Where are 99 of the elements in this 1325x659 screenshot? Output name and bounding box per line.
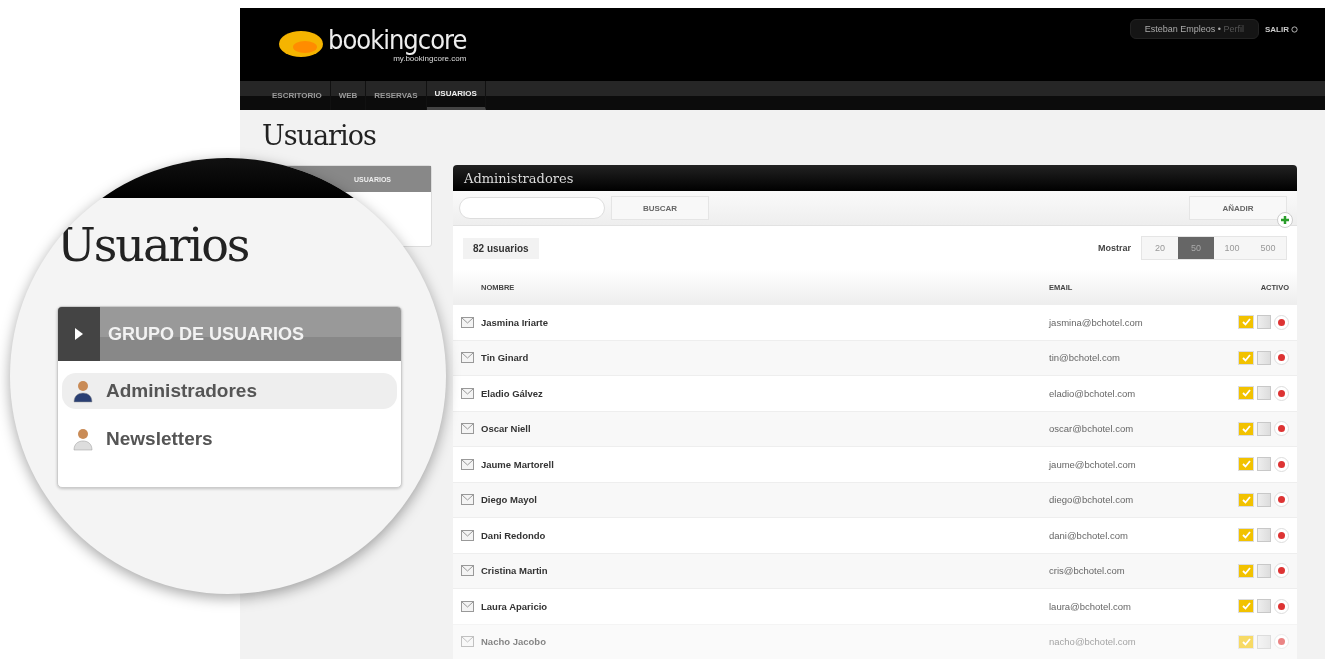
active-checkbox[interactable] [1238,563,1254,578]
name-cell-text: Nacho Jacobo [481,636,547,648]
email-cell-text: dani@bchotel.com [1049,529,1129,541]
active-checkbox[interactable] [1238,528,1254,543]
logo-text: bookingcore [328,25,467,53]
panel-title: Administradores [453,165,1297,191]
delete-icon[interactable] [1274,634,1289,650]
delete-icon[interactable] [1274,350,1289,366]
envelope-icon [461,600,474,612]
envelope-icon [461,387,474,399]
name-cell-text: Cristina Martin [481,565,549,577]
checkmark-icon [1241,460,1251,469]
checkmark-icon [1241,353,1251,362]
name-cell-text: Eladio Gálvez [481,387,544,399]
toggle-switch[interactable] [1257,315,1271,330]
show-label: Mostrar [1098,243,1131,253]
play-arrow-icon [75,328,83,340]
envelope-icon [461,636,474,648]
delete-icon[interactable] [1274,385,1289,401]
checkmark-icon [1241,637,1251,646]
checkmark-icon [1241,495,1251,504]
name-cell-text: Jaume Martorell [481,458,555,470]
email-cell-text: laura@bchotel.com [1049,600,1132,612]
toggle-switch[interactable] [1257,563,1271,578]
name-cell-text: Dani Redondo [481,529,547,541]
user-info: Esteban Empleos • Perfil [1129,19,1259,40]
email-cell-text: eladio@bchotel.com [1049,387,1137,399]
nav-tab[interactable]: WEB [330,80,367,110]
nav-tab[interactable]: RESERVAS [366,80,427,110]
toggle-switch[interactable] [1257,492,1271,507]
active-checkbox[interactable] [1238,634,1254,649]
group-header: GRUPO DE USUARIOS [107,323,305,345]
active-checkbox[interactable] [1238,492,1254,507]
email-cell-text: jaume@bchotel.com [1049,458,1137,470]
user-row[interactable]: Oscar Niell oscar@bchotel.com [453,410,1297,446]
toggle-switch[interactable] [1257,386,1271,401]
envelope-icon [461,494,474,506]
delete-icon[interactable] [1274,456,1289,472]
toggle-switch[interactable] [1257,457,1271,472]
person-icon [72,379,94,403]
name-cell-text: Diego Mayol [481,494,538,506]
envelope-icon [461,565,474,577]
email-cell-text: jasmina@bchotel.com [1049,316,1144,328]
toggle-switch[interactable] [1257,634,1271,649]
name-cell-text: Tin Ginard [481,352,530,364]
active-checkbox[interactable] [1238,421,1254,436]
active-checkbox[interactable] [1238,599,1254,614]
envelope-icon [461,352,474,364]
email-cell-text: tin@bchotel.com [1049,352,1121,364]
toggle-switch[interactable] [1257,599,1271,614]
toggle-switch[interactable] [1257,528,1271,543]
name-cell-text: Jasmina Iriarte [481,316,550,328]
logout-link[interactable]: SALIR [1265,24,1298,34]
add-button[interactable]: AÑADIR [1189,196,1287,220]
circle-icon [1291,25,1298,33]
user-row[interactable]: Cristina Martin cris@bchotel.com [453,552,1297,588]
name-cell-text: Laura Aparicio [481,600,549,612]
delete-icon[interactable] [1274,527,1289,543]
checkmark-icon [1241,318,1251,327]
email-cell-text: cris@bchotel.com [1049,565,1126,577]
page-title: Usuarios [262,120,377,151]
envelope-icon [461,458,474,470]
toggle-switch[interactable] [1257,350,1271,365]
search-field[interactable] [459,197,605,219]
magnified-title: Usuarios [57,218,250,272]
delete-icon[interactable] [1274,421,1289,437]
name-cell-text: Oscar Niell [481,423,532,435]
user-row[interactable]: Tin Ginard tin@bchotel.com [453,339,1297,375]
checkmark-icon [1241,531,1251,540]
user-row[interactable]: Nacho Jacobo nacho@bchotel.com [453,623,1297,659]
envelope-icon [461,529,474,541]
checkmark-icon [1241,424,1251,433]
user-count: 82 usuarios [463,237,539,259]
envelope-icon [461,423,474,435]
nav-tab[interactable]: USUARIOS [426,80,486,110]
search-button[interactable]: BUSCAR [611,196,709,220]
active-checkbox[interactable] [1238,350,1254,365]
email-cell-text: nacho@bchotel.com [1049,636,1137,648]
delete-icon[interactable] [1274,598,1289,614]
checkmark-icon [1241,389,1251,398]
group-item[interactable]: Administradores [62,373,397,409]
checkmark-icon [1241,566,1251,575]
active-checkbox[interactable] [1238,386,1254,401]
group-item[interactable]: Newsletters [62,421,397,457]
delete-icon[interactable] [1274,492,1289,508]
email-cell-text: oscar@bchotel.com [1049,423,1135,435]
logo-blob-icon [278,29,324,60]
plus-icon [1277,212,1293,228]
toggle-switch[interactable] [1257,421,1271,436]
active-checkbox[interactable] [1238,457,1254,472]
envelope-icon [461,316,474,328]
delete-icon[interactable] [1274,314,1289,330]
nav-tab[interactable]: ESCRITORIO [264,80,331,110]
active-checkbox[interactable] [1238,315,1254,330]
checkmark-icon [1241,602,1251,611]
delete-icon[interactable] [1274,563,1289,579]
user-row[interactable]: Diego Mayol diego@bchotel.com [453,481,1297,517]
person-icon [72,427,94,451]
email-cell-text: diego@bchotel.com [1049,494,1135,506]
